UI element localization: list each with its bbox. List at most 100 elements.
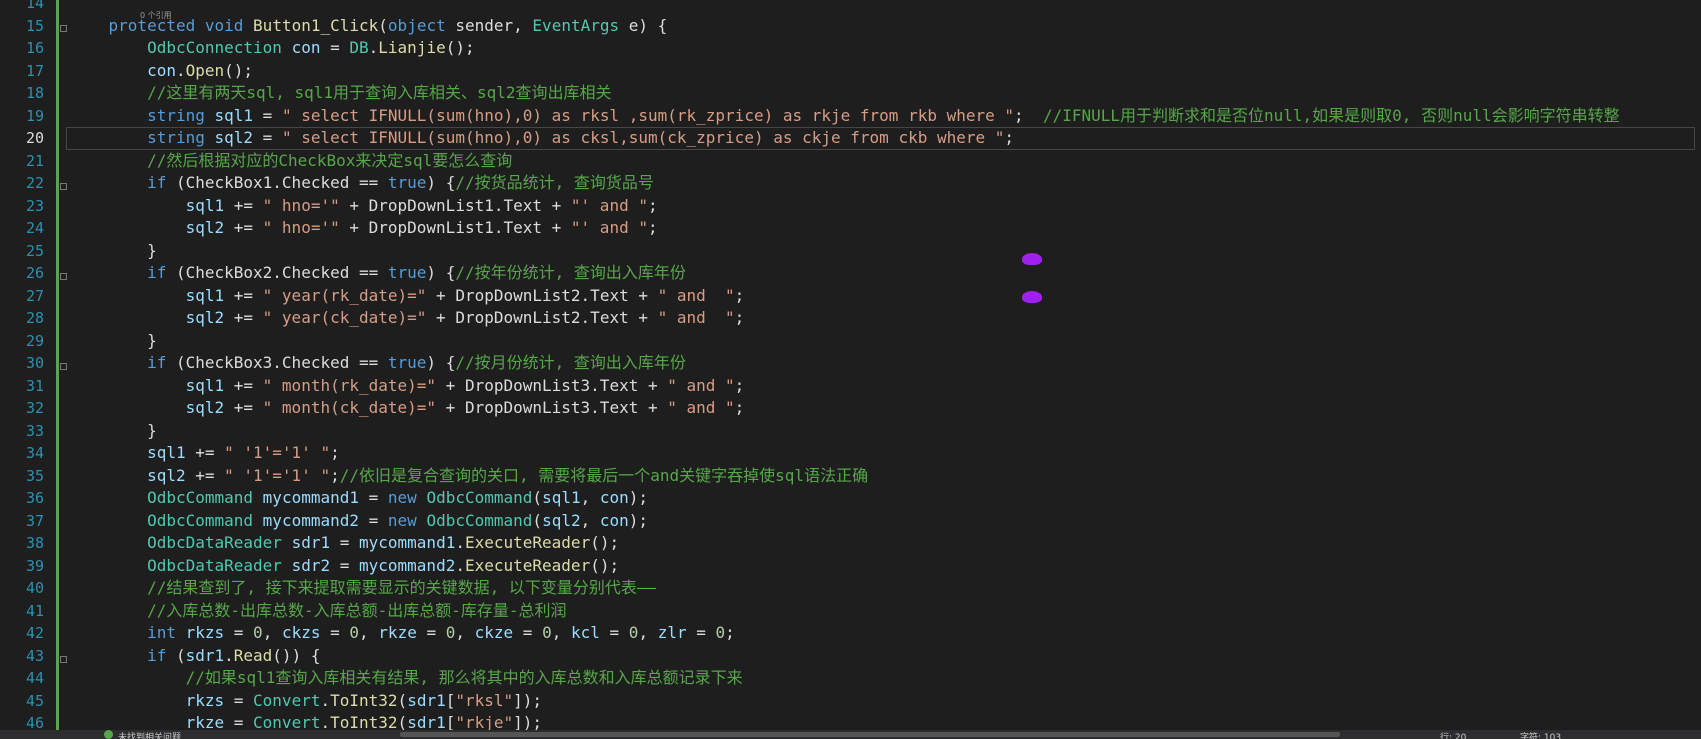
line-number: 21 [25, 151, 44, 170]
code-line[interactable]: 46 rkze = Convert.ToInt32(sdr1["rkje"]); [0, 712, 1701, 730]
code-line[interactable]: 27 sql1 += " year(rk_date)=" + DropDownL… [0, 285, 1701, 308]
line-number: 30 [25, 354, 44, 372]
code-line[interactable]: 31 sql1 += " month(rk_date)=" + DropDown… [0, 375, 1701, 398]
code-line[interactable]: 32 sql2 += " month(ck_date)=" + DropDown… [0, 397, 1701, 420]
code-text[interactable]: OdbcDataReader sdr2 = mycommand2.Execute… [70, 555, 619, 578]
code-text[interactable]: //然后根据对应的CheckBox来决定sql要怎么查询 [70, 150, 512, 173]
char-indicator: 字符: 103 [1520, 733, 1562, 739]
code-text[interactable]: string sql2 = " select IFNULL(sum(hno),0… [70, 127, 1014, 150]
code-text[interactable]: //这里有两天sql, sql1用于查询入库相关、sql2查询出库相关 [70, 82, 612, 105]
line-number: 19 [25, 106, 44, 125]
code-line[interactable]: 42 int rkzs = 0, ckzs = 0, rkze = 0, ckz… [0, 622, 1701, 645]
code-line[interactable]: 14 [0, 0, 1701, 15]
code-text[interactable]: if (CheckBox2.Checked == true) {//按年份统计,… [70, 262, 686, 285]
code-text[interactable]: OdbcCommand mycommand2 = new OdbcCommand… [70, 510, 648, 533]
issues-status[interactable]: 未找到相关问题 [118, 730, 181, 739]
code-line[interactable]: 43 if (sdr1.Read()) { [0, 645, 1701, 668]
code-line[interactable]: 44 //如果sql1查询入库相关有结果, 那么将其中的入库总数和入库总额记录下… [0, 667, 1701, 690]
code-text[interactable]: } [70, 420, 157, 443]
line-number: 25 [25, 241, 44, 260]
code-line[interactable]: 39 OdbcDataReader sdr2 = mycommand2.Exec… [0, 555, 1701, 578]
code-text[interactable]: //结果查到了, 接下来提取需要显示的关键数据, 以下变量分别代表—— [70, 577, 656, 600]
fold-toggle-icon[interactable] [60, 273, 67, 280]
line-number: 20 [25, 129, 44, 147]
line-number: 17 [25, 61, 44, 80]
code-line[interactable]: 18 //这里有两天sql, sql1用于查询入库相关、sql2查询出库相关 [0, 82, 1701, 105]
code-text[interactable]: sql1 += " hno='" + DropDownList1.Text + … [70, 195, 658, 218]
code-text[interactable]: rkzs = Convert.ToInt32(sdr1["rksl"]); [70, 690, 542, 713]
code-text[interactable]: //入库总数-出库总数-入库总额-出库总额-库存量-总利润 [70, 600, 566, 623]
code-text[interactable]: string sql1 = " select IFNULL(sum(hno),0… [70, 105, 1620, 128]
code-text[interactable]: con.Open(); [70, 60, 253, 83]
code-text[interactable]: sql2 += " month(ck_date)=" + DropDownLis… [70, 397, 745, 420]
code-text[interactable]: sql2 += " year(ck_date)=" + DropDownList… [70, 307, 745, 330]
code-text[interactable]: sql2 += " '1'='1' ";//依旧是复合查询的关口, 需要将最后一… [70, 465, 868, 488]
line-number: 31 [25, 376, 44, 395]
code-line[interactable]: 26 if (CheckBox2.Checked == true) {//按年份… [0, 262, 1701, 285]
fold-toggle-icon[interactable] [60, 25, 67, 32]
code-line[interactable]: 41 //入库总数-出库总数-入库总额-出库总额-库存量-总利润 [0, 600, 1701, 623]
code-line[interactable]: 38 OdbcDataReader sdr1 = mycommand1.Exec… [0, 532, 1701, 555]
code-text[interactable]: } [70, 330, 157, 353]
fold-toggle-icon[interactable] [60, 656, 67, 663]
code-text[interactable]: OdbcDataReader sdr1 = mycommand1.Execute… [70, 532, 619, 555]
line-number: 42 [25, 624, 44, 642]
code-line[interactable]: 25 } [0, 240, 1701, 263]
line-number: 27 [25, 286, 44, 305]
breakpoint-marker-icon[interactable] [1022, 291, 1042, 303]
code-line[interactable]: 36 OdbcCommand mycommand1 = new OdbcComm… [0, 487, 1701, 510]
code-text[interactable]: OdbcConnection con = DB.Lianjie(); [70, 37, 475, 60]
code-line[interactable]: 37 OdbcCommand mycommand2 = new OdbcComm… [0, 510, 1701, 533]
code-line[interactable]: 28 sql2 += " year(ck_date)=" + DropDownL… [0, 307, 1701, 330]
fold-toggle-icon[interactable] [60, 363, 67, 370]
line-number: 29 [25, 331, 44, 350]
codelens-references[interactable]: 0 个引用 [140, 5, 172, 28]
code-text[interactable]: //如果sql1查询入库相关有结果, 那么将其中的入库总数和入库总额记录下来 [70, 667, 743, 690]
code-editor[interactable]: 14 15 protected void Button1_Click(object… [0, 0, 1701, 730]
code-line[interactable]: 20 string sql2 = " select IFNULL(sum(hno… [0, 127, 1701, 150]
code-line[interactable]: 34 sql1 += " '1'='1' "; [0, 442, 1701, 465]
fold-toggle-icon[interactable] [60, 183, 67, 190]
line-number: 32 [25, 399, 44, 417]
code-text[interactable]: if (CheckBox3.Checked == true) {//按月份统计,… [70, 352, 686, 375]
line-number: 36 [25, 489, 44, 507]
code-text[interactable]: sql2 += " hno='" + DropDownList1.Text + … [70, 217, 658, 240]
code-line[interactable]: 29 } [0, 330, 1701, 353]
code-text[interactable]: sql1 += " month(rk_date)=" + DropDownLis… [70, 375, 745, 398]
code-line[interactable]: 24 sql2 += " hno='" + DropDownList1.Text… [0, 217, 1701, 240]
code-line[interactable]: 45 rkzs = Convert.ToInt32(sdr1["rksl"]); [0, 690, 1701, 713]
line-number: 33 [25, 421, 44, 440]
code-text[interactable]: sql1 += " '1'='1' "; [70, 442, 340, 465]
code-text[interactable]: int rkzs = 0, ckzs = 0, rkze = 0, ckze =… [70, 622, 735, 645]
code-text[interactable]: if (CheckBox1.Checked == true) {//按货品统计,… [70, 172, 654, 195]
line-number: 40 [25, 579, 44, 597]
line-number: 35 [25, 466, 44, 485]
code-line[interactable]: 17 con.Open(); [0, 60, 1701, 83]
code-text[interactable]: rkze = Convert.ToInt32(sdr1["rkje"]); [70, 712, 542, 730]
code-line[interactable]: 15 protected void Button1_Click(object s… [0, 11, 1701, 38]
line-number: 18 [25, 84, 44, 102]
line-number: 41 [25, 601, 44, 620]
line-number: 28 [25, 309, 44, 327]
line-number: 43 [25, 646, 44, 665]
horizontal-scrollbar[interactable] [400, 732, 1340, 737]
code-line[interactable]: 33 } [0, 420, 1701, 443]
code-text[interactable]: OdbcCommand mycommand1 = new OdbcCommand… [70, 487, 648, 510]
code-line[interactable]: 21 //然后根据对应的CheckBox来决定sql要怎么查询 [0, 150, 1701, 173]
code-line[interactable]: 22 if (CheckBox1.Checked == true) {//按货品… [0, 172, 1701, 195]
code-text[interactable]: sql1 += " year(rk_date)=" + DropDownList… [70, 285, 745, 308]
code-line[interactable]: 16 OdbcConnection con = DB.Lianjie(); [0, 37, 1701, 60]
line-number: 38 [25, 534, 44, 552]
code-line[interactable]: 30 if (CheckBox3.Checked == true) {//按月份… [0, 352, 1701, 375]
code-line[interactable]: 19 string sql1 = " select IFNULL(sum(hno… [0, 105, 1701, 128]
code-line[interactable]: 40 //结果查到了, 接下来提取需要显示的关键数据, 以下变量分别代表—— [0, 577, 1701, 600]
line-number: 45 [25, 691, 44, 710]
line-number: 15 [25, 16, 44, 35]
code-line[interactable]: 23 sql1 += " hno='" + DropDownList1.Text… [0, 195, 1701, 218]
line-number: 39 [25, 556, 44, 575]
breakpoint-marker-icon[interactable] [1022, 253, 1042, 265]
line-number: 46 [25, 714, 44, 730]
code-line[interactable]: 35 sql2 += " '1'='1' ";//依旧是复合查询的关口, 需要将… [0, 465, 1701, 488]
code-text[interactable]: } [70, 240, 157, 263]
code-text[interactable]: if (sdr1.Read()) { [70, 645, 320, 668]
